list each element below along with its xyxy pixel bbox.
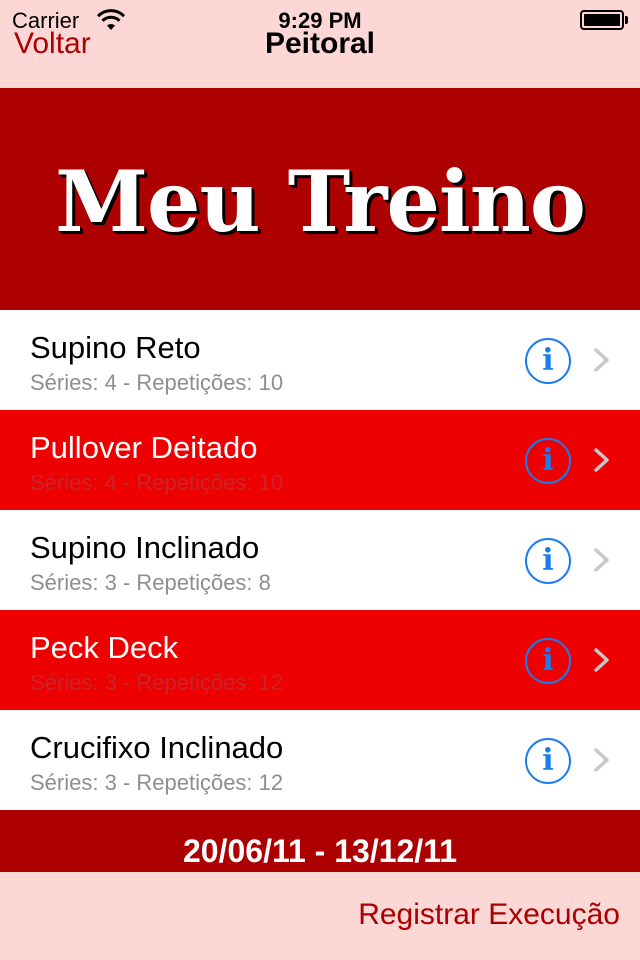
info-icon[interactable]: i xyxy=(525,338,571,384)
exercise-detail: Séries: 4 - Repetições: 10 xyxy=(30,370,284,395)
date-range-bar: 20/06/11 - 13/12/11 xyxy=(0,810,640,872)
chevron-right-icon xyxy=(594,548,609,572)
status-bar: Carrier 9:29 PM xyxy=(0,0,640,40)
exercise-name: Pullover Deitado xyxy=(30,430,258,465)
list-item[interactable]: Supino Reto Séries: 4 - Repetições: 10 i xyxy=(0,310,640,410)
exercise-name: Supino Inclinado xyxy=(30,530,260,565)
clock: 9:29 PM xyxy=(278,8,362,33)
info-icon[interactable]: i xyxy=(525,538,571,584)
info-icon[interactable]: i xyxy=(525,638,571,684)
navigation-bar: Carrier 9:29 PM Voltar Peitoral xyxy=(0,0,640,88)
exercise-list: Supino Reto Séries: 4 - Repetições: 10 i… xyxy=(0,310,640,810)
exercise-name: Supino Reto xyxy=(30,330,201,365)
battery-icon xyxy=(580,10,628,30)
exercise-detail: Séries: 3 - Repetições: 12 xyxy=(30,770,284,795)
chevron-right-icon xyxy=(594,648,609,672)
exercise-name: Crucifixo Inclinado xyxy=(30,730,284,765)
banner-title: Meu Treino xyxy=(55,151,586,251)
info-icon[interactable]: i xyxy=(525,738,571,784)
exercise-detail: Séries: 3 - Repetições: 12 xyxy=(30,670,284,695)
app-banner: Meu Treino xyxy=(0,88,640,310)
register-execution-button[interactable]: Registrar Execução xyxy=(358,898,620,932)
exercise-detail: Séries: 4 - Repetições: 10 xyxy=(30,470,284,495)
exercise-name: Peck Deck xyxy=(30,630,179,665)
chevron-right-icon xyxy=(594,448,609,472)
info-icon[interactable]: i xyxy=(525,438,571,484)
back-button[interactable]: Voltar xyxy=(14,27,91,61)
chevron-right-icon xyxy=(594,748,609,772)
list-item[interactable]: Crucifixo Inclinado Séries: 3 - Repetiçõ… xyxy=(0,710,640,810)
bottom-toolbar: Registrar Execução xyxy=(0,872,640,960)
list-item[interactable]: Supino Inclinado Séries: 3 - Repetições:… xyxy=(0,510,640,610)
list-item[interactable]: Peck Deck Séries: 3 - Repetições: 12 i xyxy=(0,610,640,710)
exercise-detail: Séries: 3 - Repetições: 8 xyxy=(30,570,271,595)
date-range: 20/06/11 - 13/12/11 xyxy=(182,832,458,869)
list-item[interactable]: Pullover Deitado Séries: 4 - Repetições:… xyxy=(0,410,640,510)
chevron-right-icon xyxy=(594,348,609,372)
